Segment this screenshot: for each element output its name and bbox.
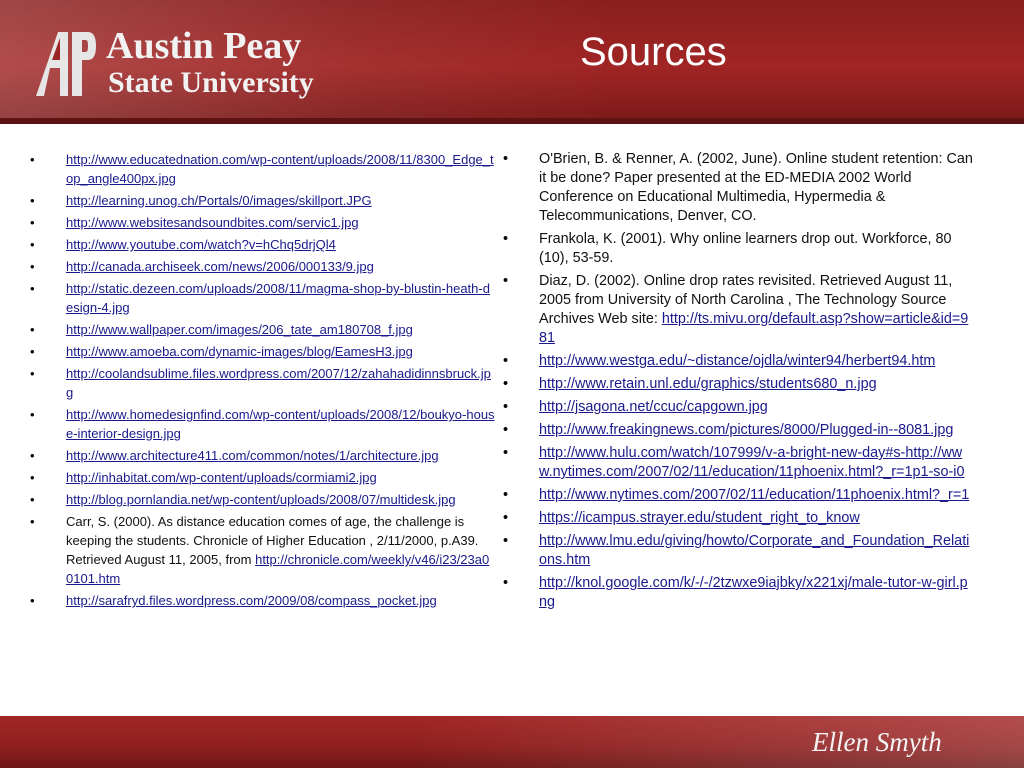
source-item: http://www.homedesignfind.com/wp-content…: [30, 405, 495, 443]
source-item: http://static.dezeen.com/uploads/2008/11…: [30, 279, 495, 317]
logo-wordmark-line1: Austin Peay: [106, 25, 302, 67]
header-divider: [0, 118, 1024, 124]
source-item: http://www.educatednation.com/wp-content…: [30, 150, 495, 188]
source-link[interactable]: http://coolandsublime.files.wordpress.co…: [66, 366, 491, 400]
source-link[interactable]: http://blog.pornlandia.net/wp-content/up…: [66, 492, 456, 507]
source-link[interactable]: http://www.wallpaper.com/images/206_tate…: [66, 322, 413, 337]
source-item: http://canada.archiseek.com/news/2006/00…: [30, 257, 495, 276]
source-item: http://www.wallpaper.com/images/206_tate…: [30, 320, 495, 339]
source-link[interactable]: http://www.nytimes.com/2007/02/11/educat…: [539, 487, 969, 503]
source-item: http://www.freakingnews.com/pictures/800…: [503, 421, 973, 440]
slide-title: Sources: [580, 30, 727, 74]
source-item: http://jsagona.net/ccuc/capgown.jpg: [503, 398, 973, 417]
reference-text: O'Brien, B. & Renner, A. (2002, June). O…: [539, 151, 973, 224]
source-item: O'Brien, B. & Renner, A. (2002, June). O…: [503, 150, 973, 226]
source-item: http://knol.google.com/k/-/-/2tzwxe9iajb…: [503, 574, 973, 612]
source-item: Diaz, D. (2002). Online drop rates revis…: [503, 272, 973, 348]
source-item: Frankola, K. (2001). Why online learners…: [503, 230, 973, 268]
source-link[interactable]: http://www.lmu.edu/giving/howto/Corporat…: [539, 533, 969, 568]
source-link[interactable]: http://www.hulu.com/watch/107999/v-a-bri…: [539, 445, 964, 480]
source-link[interactable]: http://sarafryd.files.wordpress.com/2009…: [66, 593, 437, 608]
source-item: http://inhabitat.com/wp-content/uploads/…: [30, 468, 495, 487]
source-item: http://learning.unog.ch/Portals/0/images…: [30, 191, 495, 210]
source-link[interactable]: http://jsagona.net/ccuc/capgown.jpg: [539, 399, 768, 415]
source-item: http://sarafryd.files.wordpress.com/2009…: [30, 591, 495, 610]
source-link[interactable]: http://canada.archiseek.com/news/2006/00…: [66, 259, 374, 274]
source-link[interactable]: http://www.retain.unl.edu/graphics/stude…: [539, 376, 877, 392]
source-item: http://www.architecture411.com/common/no…: [30, 446, 495, 465]
source-link[interactable]: http://www.freakingnews.com/pictures/800…: [539, 422, 953, 438]
source-link[interactable]: http://www.websitesandsoundbites.com/ser…: [66, 215, 359, 230]
university-logo: Austin Peay State University: [32, 22, 314, 106]
source-item: https://icampus.strayer.edu/student_righ…: [503, 509, 973, 528]
source-link[interactable]: http://inhabitat.com/wp-content/uploads/…: [66, 470, 377, 485]
source-item: http://www.websitesandsoundbites.com/ser…: [30, 213, 495, 232]
source-link[interactable]: http://knol.google.com/k/-/-/2tzwxe9iajb…: [539, 575, 968, 610]
reference-text: Frankola, K. (2001). Why online learners…: [539, 231, 952, 266]
source-link[interactable]: http://www.architecture411.com/common/no…: [66, 448, 439, 463]
source-link[interactable]: http://www.amoeba.com/dynamic-images/blo…: [66, 344, 413, 359]
source-item: http://www.hulu.com/watch/107999/v-a-bri…: [503, 444, 973, 482]
logo-wordmark-line2: State University: [108, 66, 314, 99]
source-item: http://coolandsublime.files.wordpress.co…: [30, 364, 495, 402]
source-link[interactable]: http://www.educatednation.com/wp-content…: [66, 152, 494, 186]
source-item: http://www.youtube.com/watch?v=hChq5drjQ…: [30, 235, 495, 254]
source-link[interactable]: http://www.youtube.com/watch?v=hChq5drjQ…: [66, 237, 336, 252]
source-link[interactable]: http://www.westga.edu/~distance/ojdla/wi…: [539, 353, 935, 369]
source-item: http://www.westga.edu/~distance/ojdla/wi…: [503, 352, 973, 371]
source-link[interactable]: http://learning.unog.ch/Portals/0/images…: [66, 193, 372, 208]
source-item: http://blog.pornlandia.net/wp-content/up…: [30, 490, 495, 509]
source-link[interactable]: http://www.homedesignfind.com/wp-content…: [66, 407, 495, 441]
right-sources-list: O'Brien, B. & Renner, A. (2002, June). O…: [503, 150, 973, 616]
source-item: http://www.lmu.edu/giving/howto/Corporat…: [503, 532, 973, 570]
source-link[interactable]: http://static.dezeen.com/uploads/2008/11…: [66, 281, 490, 315]
author-signature: Ellen Smyth: [812, 727, 942, 757]
source-item: http://www.amoeba.com/dynamic-images/blo…: [30, 342, 495, 361]
source-item: http://www.nytimes.com/2007/02/11/educat…: [503, 486, 973, 505]
source-link[interactable]: https://icampus.strayer.edu/student_righ…: [539, 510, 860, 526]
source-item: http://www.retain.unl.edu/graphics/stude…: [503, 375, 973, 394]
source-item: Carr, S. (2000). As distance education c…: [30, 512, 495, 588]
left-sources-list: http://www.educatednation.com/wp-content…: [30, 150, 495, 613]
ap-monogram-icon: [36, 32, 96, 96]
